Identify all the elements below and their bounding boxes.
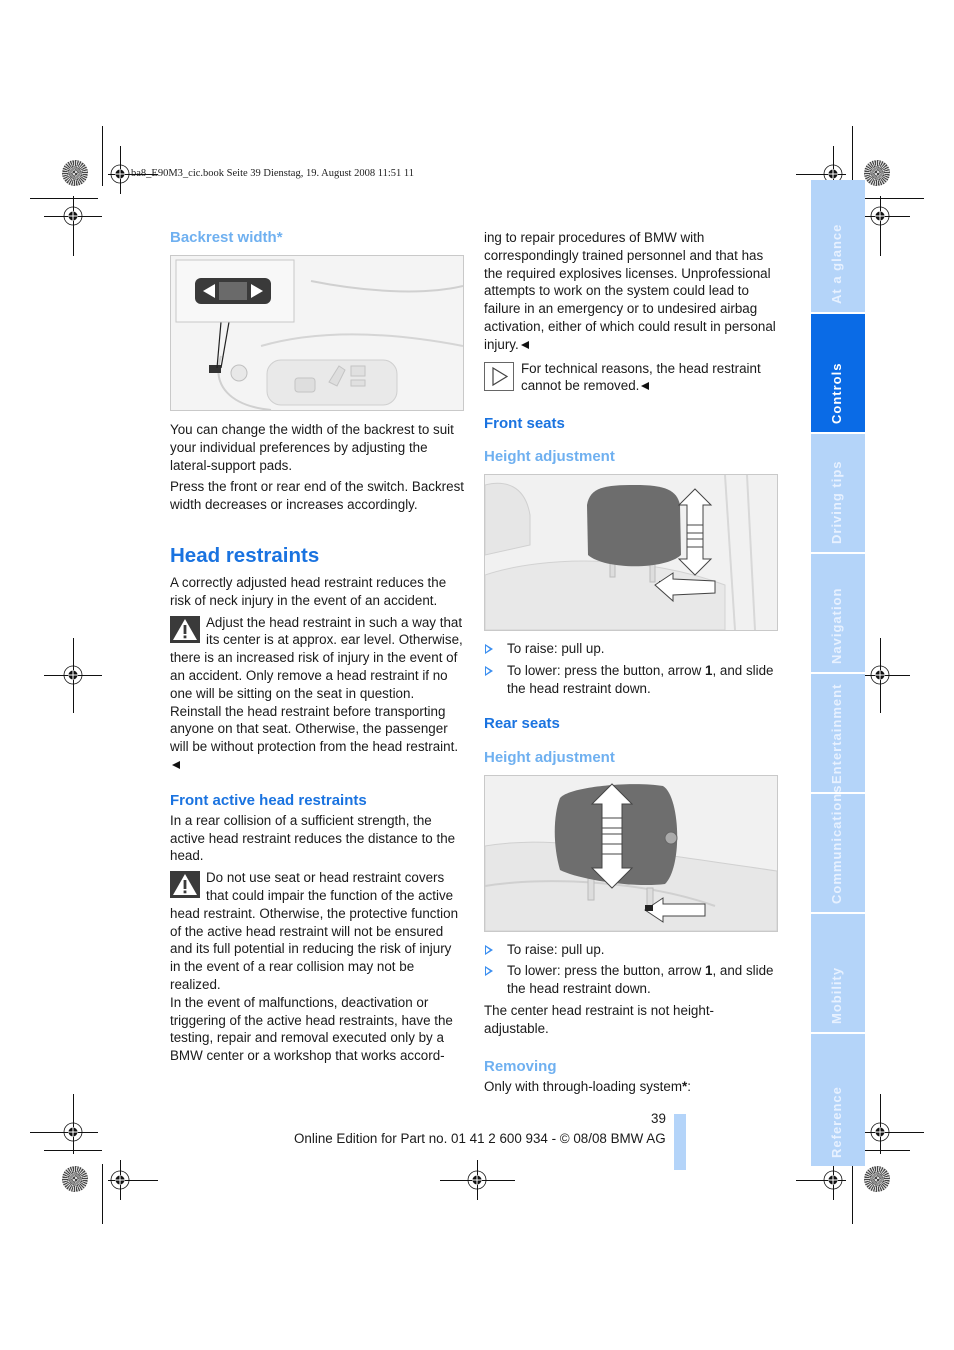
end-of-note-icon xyxy=(520,340,529,349)
tab-label: Controls xyxy=(829,362,844,424)
removing-text-main: Only with through-loading system xyxy=(484,1078,682,1094)
rear-head-restraint-illustration-icon xyxy=(485,775,777,931)
bullet-text: To raise: pull up. xyxy=(507,641,605,657)
bullet-arrow-icon xyxy=(485,665,493,676)
color-star-mark-icon xyxy=(62,160,88,186)
bullet-arrow-icon xyxy=(485,944,493,955)
removing-heading: Removing xyxy=(484,1057,557,1075)
bullet-text: To lower: press the button, arrow xyxy=(507,963,705,979)
backrest-width-heading: Backrest width* xyxy=(170,229,283,246)
print-slug-line: ba8_E90M3_cic.book Seite 39 Dienstag, 19… xyxy=(131,168,414,179)
backrest-para-1: You can change the width of the backrest… xyxy=(170,422,454,473)
tab-label: Mobility xyxy=(829,966,844,1024)
backrest-width-text: You can change the width of the backrest… xyxy=(170,421,464,514)
list-item: To lower: press the button, arrow 1, and… xyxy=(484,962,776,998)
continuation-block: ing to repair procedures of BMW with cor… xyxy=(484,229,776,395)
backrest-para-2: Press the front or rear end of the switc… xyxy=(170,479,464,513)
warning-block-1: Adjust the head restraint in such a way … xyxy=(170,614,464,774)
edition-footer: Online Edition for Part no. 01 41 2 600 … xyxy=(294,1131,666,1146)
front-active-section: In a rear collision of a sufficient stre… xyxy=(170,812,464,1065)
registration-mark-icon xyxy=(870,665,890,685)
registration-mark-icon xyxy=(870,206,890,226)
bullet-arrow-icon xyxy=(485,966,493,977)
color-star-mark-icon xyxy=(62,1166,88,1192)
end-of-note-icon xyxy=(172,760,180,769)
list-item: To raise: pull up. xyxy=(484,640,776,658)
registration-mark-icon xyxy=(823,1170,843,1190)
tab-label: At a glance xyxy=(829,223,844,304)
registration-mark-icon xyxy=(110,1170,130,1190)
removing-text: Only with through-loading system*: xyxy=(484,1078,776,1096)
head-restraints-section: A correctly adjusted head restraint redu… xyxy=(170,574,464,774)
head-restraints-heading: Head restraints xyxy=(170,543,320,567)
tab-mobility[interactable]: Mobility xyxy=(811,914,865,1032)
list-item: To lower: press the button, arrow 1, and… xyxy=(484,662,776,698)
front-active-intro: In a rear collision of a sufficient stre… xyxy=(170,812,456,864)
color-star-mark-icon xyxy=(864,160,890,186)
malfunction-text: In the event of malfunctions, deactivati… xyxy=(170,994,453,1064)
front-head-restraint-illustration-icon xyxy=(485,475,777,631)
left-column: Backrest width* You can change the width… xyxy=(170,229,464,1069)
warning-triangle-icon xyxy=(170,615,200,643)
continuation-text: ing to repair procedures of BMW with cor… xyxy=(484,230,776,352)
tab-at-a-glance[interactable]: At a glance xyxy=(811,180,865,312)
head-restraints-intro: A correctly adjusted head restraint redu… xyxy=(170,574,447,608)
right-column: ing to repair procedures of BMW with cor… xyxy=(484,229,778,1096)
tab-label: Driving tips xyxy=(829,460,844,544)
warning-triangle-icon xyxy=(170,871,200,899)
rear-seats-heading: Rear seats xyxy=(484,714,560,732)
registration-mark-icon xyxy=(870,1122,890,1142)
registration-mark-icon xyxy=(63,206,83,226)
tab-entertainment[interactable]: Entertainment xyxy=(811,674,865,792)
front-seats-bullets: To raise: pull up. To lower: press the b… xyxy=(484,640,776,697)
note-block: For technical reasons, the head restrain… xyxy=(484,360,776,396)
tab-driving-tips[interactable]: Driving tips xyxy=(811,434,865,552)
warning-block-2: Do not use seat or head restraint covers… xyxy=(170,869,464,994)
warning-text-2: Do not use seat or head restraint covers… xyxy=(170,870,459,992)
tab-label: Navigation xyxy=(829,587,844,664)
warning-text-1: Adjust the head restraint in such a way … xyxy=(170,614,463,755)
tab-reference[interactable]: Reference xyxy=(811,1034,865,1166)
tab-communications[interactable]: Communications xyxy=(811,785,865,912)
color-star-mark-icon xyxy=(864,1166,890,1192)
removing-text-colon: : xyxy=(687,1078,691,1094)
page-edge-marker xyxy=(674,1114,686,1170)
bullet-text: To raise: pull up. xyxy=(507,941,605,957)
tab-label: Reference xyxy=(829,1086,844,1158)
front-head-restraint-figure xyxy=(484,474,778,632)
registration-mark-icon xyxy=(63,1122,83,1142)
front-height-adjustment-heading: Height adjustment xyxy=(484,448,615,466)
front-active-head-restraints-heading: Front active head restraints xyxy=(170,791,367,809)
registration-mark-icon xyxy=(467,1170,487,1190)
backrest-width-figure xyxy=(170,255,464,411)
tab-label: Entertainment xyxy=(829,683,844,784)
page-number: 39 xyxy=(651,1111,666,1126)
end-of-note-icon xyxy=(641,382,650,391)
tab-label: Communications xyxy=(829,784,844,904)
tab-controls[interactable]: Controls xyxy=(811,314,865,432)
bullet-text: To lower: press the button, arrow xyxy=(507,662,705,678)
registration-mark-icon xyxy=(110,164,130,184)
center-restraint-note: The center head restraint is not height-… xyxy=(484,1002,715,1036)
rear-height-adjustment-heading: Height adjustment xyxy=(484,748,615,766)
tab-navigation[interactable]: Navigation xyxy=(811,554,865,672)
note-arrow-icon xyxy=(484,361,514,391)
seat-width-switch-illustration-icon xyxy=(171,256,463,410)
bullet-arrow-icon xyxy=(485,644,493,655)
rear-head-restraint-figure xyxy=(484,774,778,932)
list-item: To raise: pull up. xyxy=(484,941,776,959)
front-seats-heading: Front seats xyxy=(484,415,565,433)
rear-seats-bullets: To raise: pull up. To lower: press the b… xyxy=(484,941,776,1038)
registration-mark-icon xyxy=(63,665,83,685)
